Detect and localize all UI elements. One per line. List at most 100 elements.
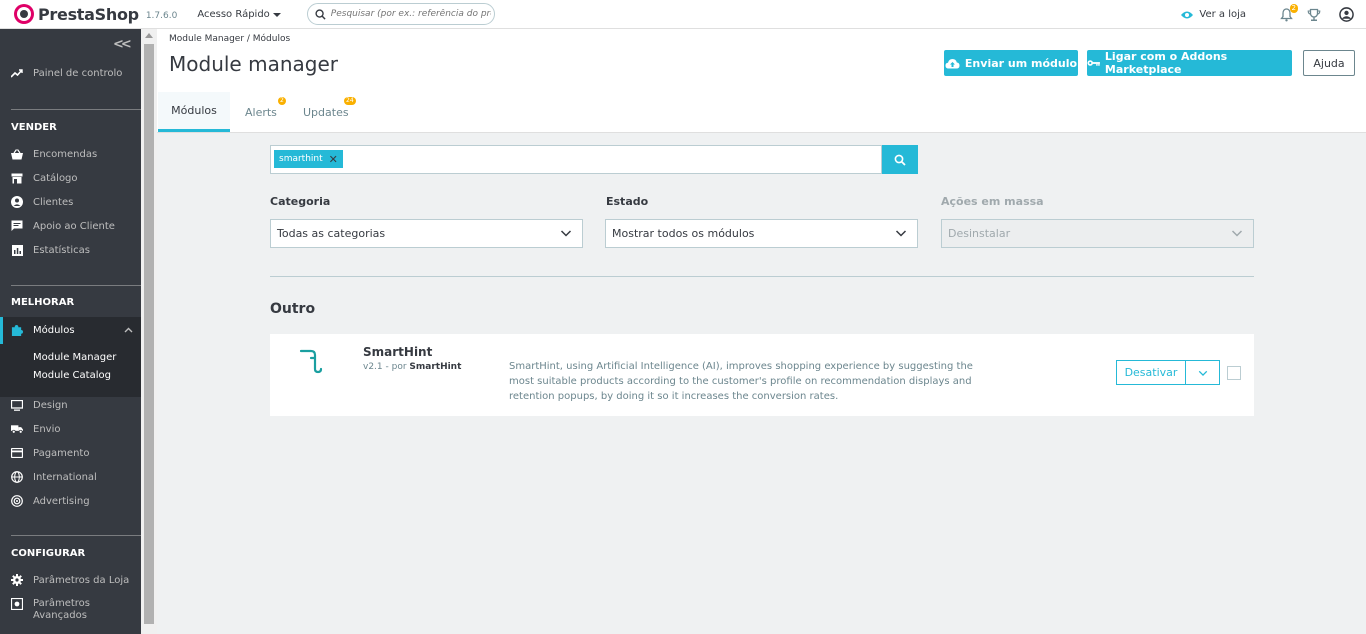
main-content: smarthint ✕ Categoria Todas as categoria…	[157, 134, 1366, 634]
settings-applications-icon	[11, 598, 23, 610]
sidebar-divider	[11, 535, 141, 536]
quick-access-label: Acesso Rápido	[197, 8, 270, 20]
chevron-down-icon	[1198, 370, 1207, 376]
sidebar-divider	[11, 285, 141, 286]
search-icon	[894, 154, 906, 166]
sidebar-item-stats[interactable]: Estatísticas	[0, 244, 141, 256]
truck-icon	[11, 423, 23, 435]
trophy-icon	[1307, 8, 1321, 21]
collapse-sidebar-icon[interactable]: <<	[113, 37, 132, 52]
sidebar-item-label: Clientes	[33, 196, 74, 208]
chevron-down-icon	[560, 230, 572, 237]
search-icon	[315, 8, 326, 20]
sidebar-item-label: Parâmetros da Loja	[33, 574, 130, 586]
tab-label: Alerts	[245, 105, 277, 119]
section-title-configure: CONFIGURAR	[11, 548, 86, 559]
prestashop-logo[interactable]: PrestaShop	[14, 4, 139, 24]
module-description: SmartHint, using Artificial Intelligence…	[509, 361, 973, 402]
bulk-actions-label: Ações em massa	[941, 195, 1044, 208]
module-search-button[interactable]	[882, 145, 918, 174]
tab-modules[interactable]: Módulos	[158, 92, 230, 132]
account-circle-icon	[11, 196, 23, 208]
globe-icon	[11, 471, 23, 483]
status-select-value: Mostrar todos os módulos	[612, 227, 755, 240]
sidebar-item-payment[interactable]: Pagamento	[0, 447, 141, 459]
sidebar-item-label: Advertising	[33, 495, 90, 507]
global-search[interactable]	[306, 3, 495, 25]
tab-label: Updates	[303, 105, 349, 119]
achievements-button[interactable]	[1307, 8, 1321, 22]
scrollbar-thumb[interactable]	[144, 44, 154, 624]
cloud-upload-icon	[945, 58, 960, 68]
sidebar-item-dashboard[interactable]: Painel de controlo	[0, 67, 141, 79]
credit-card-icon	[11, 447, 23, 459]
remove-tag-icon[interactable]: ✕	[329, 153, 338, 166]
notifications-button[interactable]: 2	[1280, 3, 1298, 22]
top-bar: PrestaShop 1.7.6.0 Acesso Rápido Ver a l…	[0, 0, 1366, 29]
sidebar-item-label: Avançados	[33, 610, 87, 621]
version-label: 1.7.6.0	[145, 10, 178, 21]
filters-divider	[270, 276, 1254, 277]
module-select-checkbox[interactable]	[1227, 366, 1241, 380]
sidebar-item-label: Estatísticas	[33, 244, 91, 256]
trending-up-icon	[11, 67, 23, 79]
chevron-up-icon	[124, 327, 133, 333]
sidebar-item-modules[interactable]: Módulos	[0, 317, 141, 344]
desktop-icon	[11, 399, 23, 411]
alerts-badge: 2	[278, 97, 286, 105]
sidebar-item-label: Design	[33, 399, 68, 411]
smarthint-logo-icon	[299, 349, 323, 374]
category-select[interactable]: Todas as categorias	[270, 219, 583, 248]
sidebar-item-catalog[interactable]: Catálogo	[0, 172, 141, 184]
tab-label: Módulos	[171, 104, 217, 117]
category-select-value: Todas as categorias	[277, 227, 386, 240]
module-name[interactable]: SmartHint	[363, 345, 432, 359]
sidebar-item-label: Apoio ao Cliente	[33, 220, 115, 232]
sidebar-item-customer-service[interactable]: Apoio ao Cliente	[0, 220, 141, 232]
sidebar-item-advanced-params[interactable]: Parâmetros Avançados	[0, 598, 141, 622]
bar-chart-icon	[11, 244, 23, 256]
search-input[interactable]	[330, 9, 491, 19]
sidebar-item-advertising[interactable]: Advertising	[0, 495, 141, 507]
sidebar-item-shipping[interactable]: Envio	[0, 423, 141, 435]
chevron-down-icon	[1231, 230, 1243, 237]
status-select[interactable]: Mostrar todos os módulos	[605, 219, 918, 248]
sidebar-item-orders[interactable]: Encomendas	[0, 148, 141, 160]
module-version-text: v2.1 - por	[363, 362, 410, 372]
submenu-item-module-manager[interactable]: Module Manager	[33, 352, 116, 363]
sidebar-item-shop-params[interactable]: Parâmetros da Loja	[0, 574, 141, 586]
connect-addons-button[interactable]: Ligar com o Addons Marketplace	[1087, 50, 1292, 76]
puzzle-icon	[11, 324, 23, 337]
scroll-up-arrow-icon[interactable]	[145, 33, 153, 38]
module-search-field[interactable]: smarthint ✕	[270, 145, 882, 174]
submenu-item-module-catalog[interactable]: Module Catalog	[33, 370, 111, 381]
upload-module-button[interactable]: Enviar um módulo	[944, 50, 1078, 76]
prestashop-logo-icon	[14, 4, 34, 24]
disable-module-button[interactable]: Desativar	[1116, 360, 1186, 385]
shopping-basket-icon	[11, 148, 23, 160]
sidebar-item-design[interactable]: Design	[0, 399, 141, 411]
gear-icon	[11, 574, 23, 586]
module-actions-dropdown[interactable]	[1185, 360, 1220, 385]
key-icon	[1087, 60, 1100, 66]
tab-alerts[interactable]: Alerts 2	[245, 92, 286, 132]
module-version: v2.1 - por SmartHint	[363, 362, 461, 372]
help-button[interactable]: Ajuda	[1303, 50, 1355, 76]
user-account-button[interactable]	[1339, 7, 1354, 22]
tab-updates[interactable]: Updates 24	[303, 92, 363, 132]
upload-module-label: Enviar um módulo	[964, 56, 1078, 70]
sidebar-scrollbar[interactable]	[141, 29, 157, 634]
disable-module-label: Desativar	[1124, 366, 1178, 379]
sidebar-item-label: Parâmetros	[33, 598, 90, 609]
quick-access-dropdown[interactable]: Acesso Rápido	[197, 8, 281, 20]
target-icon	[11, 495, 23, 507]
sidebar-item-customers[interactable]: Clientes	[0, 196, 141, 208]
sidebar-item-label: Envio	[33, 423, 61, 435]
sidebar-divider	[11, 109, 141, 110]
store-icon	[11, 172, 23, 184]
view-shop-link[interactable]: Ver a loja	[1180, 9, 1246, 20]
section-title-sell: VENDER	[11, 122, 57, 133]
breadcrumb[interactable]: Module Manager / Módulos	[169, 34, 290, 44]
sidebar-item-international[interactable]: International	[0, 471, 141, 483]
status-filter-label: Estado	[606, 195, 649, 208]
